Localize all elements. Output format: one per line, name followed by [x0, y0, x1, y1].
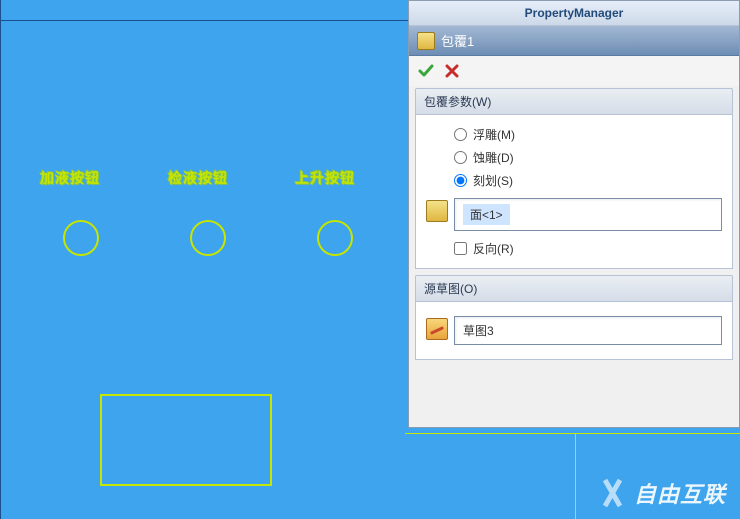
- group-header-sketch[interactable]: 源草图(O): [415, 275, 733, 302]
- face-selection-box[interactable]: 面<1>: [454, 198, 722, 231]
- property-manager-panel: PropertyManager 包覆1 包覆参数(W) 浮雕(M) 蚀雕(D) …: [408, 0, 740, 428]
- sketch-selection-box[interactable]: 草图3: [454, 316, 722, 345]
- model-edge-b2: [575, 433, 576, 519]
- radio-deboss-label: 蚀雕(D): [473, 149, 514, 166]
- sketch-rectangle: [100, 394, 272, 486]
- radio-scribe-label: 刻划(S): [473, 172, 513, 189]
- face-selection-icon: [426, 200, 448, 222]
- wrap-params-group: 包覆参数(W) 浮雕(M) 蚀雕(D) 刻划(S) 面<1>: [415, 88, 733, 269]
- group-body-params: 浮雕(M) 蚀雕(D) 刻划(S) 面<1> 反向(R): [415, 115, 733, 269]
- source-sketch-group: 源草图(O) 草图3: [415, 275, 733, 360]
- radio-scribe-input[interactable]: [454, 174, 467, 187]
- wrap-feature-icon: [417, 32, 435, 50]
- watermark-text: 自由互联: [634, 477, 726, 509]
- sketch-selection-value: 草图3: [463, 324, 494, 338]
- group-body-sketch: 草图3: [415, 302, 733, 360]
- face-selection-row: 面<1>: [426, 192, 722, 237]
- face-selection-value[interactable]: 面<1>: [463, 204, 510, 225]
- sketch-circle-1: [63, 220, 99, 256]
- ok-button[interactable]: [417, 62, 435, 80]
- sketch-selection-icon: [426, 318, 448, 340]
- radio-emboss-input[interactable]: [454, 128, 467, 141]
- model-edge-left: [0, 0, 1, 519]
- radio-emboss-label: 浮雕(M): [473, 126, 515, 143]
- reverse-checkbox-row[interactable]: 反向(R): [426, 237, 722, 260]
- radio-deboss-input[interactable]: [454, 151, 467, 164]
- sketch-label-2: 检液按钮: [168, 168, 228, 188]
- sketch-circle-3: [317, 220, 353, 256]
- reverse-label: 反向(R): [473, 240, 514, 257]
- radio-emboss[interactable]: 浮雕(M): [426, 123, 722, 146]
- watermark: 自由互联: [596, 477, 726, 509]
- sketch-selection-row: 草图3: [426, 310, 722, 351]
- group-header-params[interactable]: 包覆参数(W): [415, 88, 733, 115]
- radio-deboss[interactable]: 蚀雕(D): [426, 146, 722, 169]
- panel-subtitle-bar: 包覆1: [409, 26, 739, 56]
- panel-action-bar: [409, 56, 739, 86]
- sketch-circle-2: [190, 220, 226, 256]
- radio-scribe[interactable]: 刻划(S): [426, 169, 722, 192]
- cancel-button[interactable]: [443, 62, 461, 80]
- panel-title: PropertyManager: [409, 1, 739, 26]
- watermark-icon: [596, 480, 628, 506]
- feature-name: 包覆1: [441, 31, 474, 50]
- sketch-label-1: 加液按钮: [40, 168, 100, 188]
- sketch-label-3: 上升按钮: [295, 168, 355, 188]
- reverse-checkbox[interactable]: [454, 242, 467, 255]
- model-edge-b1: [405, 433, 740, 434]
